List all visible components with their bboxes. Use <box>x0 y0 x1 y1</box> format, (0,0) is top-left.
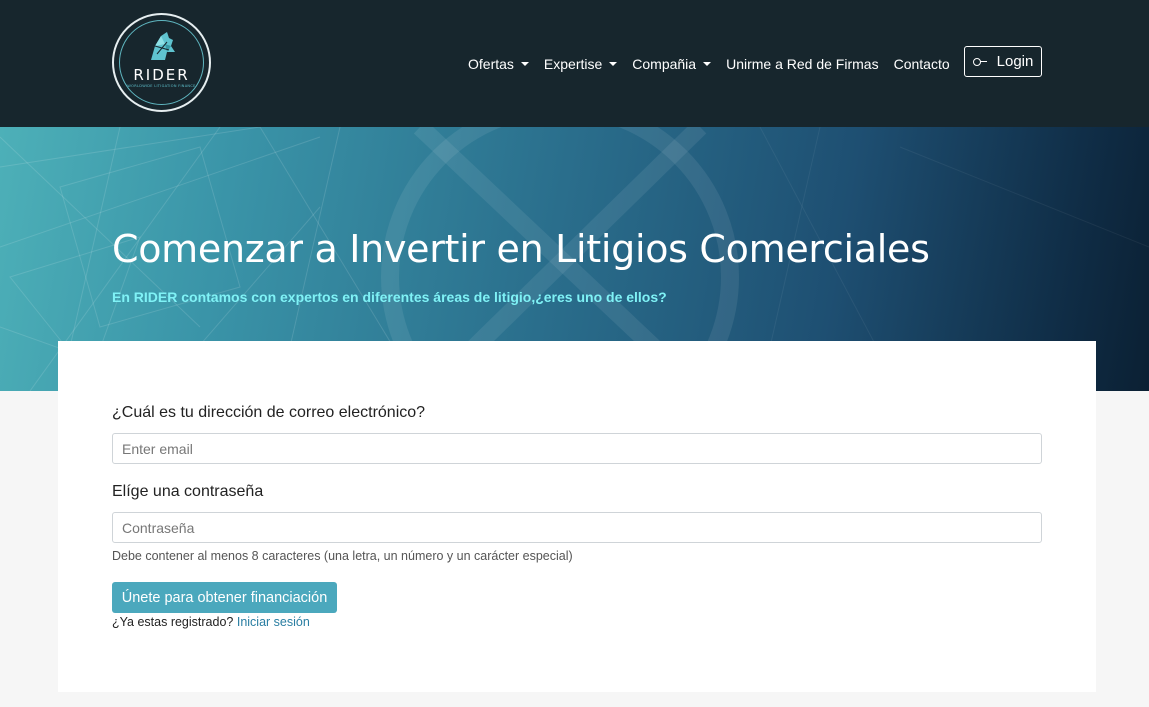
email-label: ¿Cuál es tu dirección de correo electrón… <box>112 404 426 421</box>
nav-item-expertise[interactable]: Expertise <box>543 56 618 72</box>
caret-down-icon <box>520 62 529 66</box>
join-financing-button[interactable]: Únete para obtener financiación <box>112 582 337 613</box>
password-input[interactable] <box>112 512 1042 543</box>
rider-logo[interactable]: RIDER WORLDWIDE LITIGATION FINANCE <box>112 13 211 112</box>
nav-item-label: Unirme a Red de Firmas <box>726 56 879 72</box>
caret-down-icon <box>703 62 712 66</box>
main-nav: Ofertas Expertise Compañia Unirme a Red … <box>468 54 965 74</box>
signup-form-card: ¿Cuál es tu dirección de correo electrón… <box>58 341 1096 692</box>
key-icon <box>972 57 987 66</box>
nav-item-compania[interactable]: Compañia <box>632 56 712 72</box>
nav-item-label: Compañia <box>632 56 697 72</box>
nav-item-label: Ofertas <box>468 56 514 72</box>
already-registered-text: ¿Ya estas registrado? <box>112 615 234 629</box>
login-label: Login <box>996 53 1034 70</box>
email-input[interactable] <box>112 433 1042 464</box>
nav-item-contacto[interactable]: Contacto <box>894 56 950 72</box>
nav-item-unirme-red-firmas[interactable]: Unirme a Red de Firmas <box>726 56 879 72</box>
nav-item-label: Expertise <box>543 56 603 72</box>
navbar: RIDER WORLDWIDE LITIGATION FINANCE Ofert… <box>0 0 1149 127</box>
already-registered-row: ¿Ya estas registrado? Iniciar sesión <box>112 615 310 629</box>
nav-item-ofertas[interactable]: Ofertas <box>468 56 529 72</box>
signin-link[interactable]: Iniciar sesión <box>237 615 310 629</box>
caret-down-icon <box>609 62 618 66</box>
page-subtitle: En RIDER contamos con expertos en difere… <box>112 289 667 305</box>
horse-head-icon <box>151 32 175 60</box>
logo-tagline: WORLDWIDE LITIGATION FINANCE <box>127 84 196 88</box>
login-button[interactable]: Login <box>964 46 1042 77</box>
password-label: Elíge una contraseña <box>112 483 264 500</box>
password-help-text: Debe contener al menos 8 caracteres (una… <box>112 549 573 563</box>
logo-wordmark: RIDER <box>133 66 190 84</box>
page-title: Comenzar a Invertir en Litigios Comercia… <box>112 227 930 271</box>
nav-item-label: Contacto <box>893 56 950 72</box>
